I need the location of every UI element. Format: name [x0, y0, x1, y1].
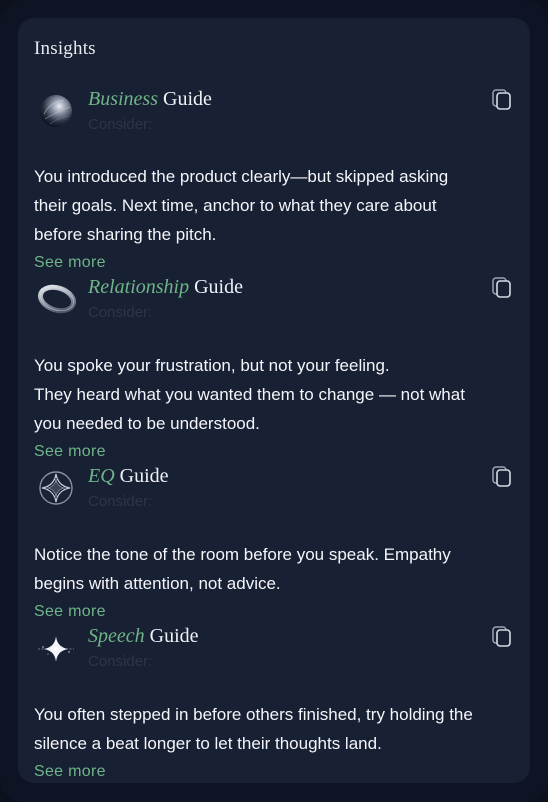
insight-line: before sharing the pitch.: [34, 225, 217, 244]
insight-text: Notice the tone of the room before you s…: [34, 540, 514, 598]
consider-label: Consider:: [88, 493, 153, 510]
see-more-link[interactable]: See more: [34, 603, 106, 621]
see-more-link[interactable]: See more: [34, 763, 106, 781]
guide-title: Speech Guide: [88, 625, 199, 648]
sparkle-icon: [38, 636, 74, 662]
guide-suffix: Guide: [194, 276, 243, 298]
guide-keyword: Relationship: [88, 276, 190, 298]
insight-line: their goals. Next time, anchor to what t…: [34, 196, 437, 215]
guide-suffix: Guide: [149, 625, 199, 647]
consider-label: Consider:: [88, 653, 153, 670]
app-frame: Insights Business Guide Consider: You in…: [0, 0, 548, 802]
guide-keyword: Business: [88, 88, 158, 110]
insight-line: You often stepped in before others finis…: [34, 705, 473, 724]
copy-icon[interactable]: [490, 88, 514, 112]
insight-line: You introduced the product clearly—but s…: [34, 167, 449, 186]
insight-text: You introduced the product clearly—but s…: [34, 162, 514, 249]
see-more-link[interactable]: See more: [34, 443, 106, 461]
insight-line: Notice the tone of the room before you s…: [34, 545, 451, 564]
guide-title: Business Guide: [88, 88, 212, 111]
insight-line: They heard what you wanted them to chang…: [34, 385, 465, 404]
guide-suffix: Guide: [163, 88, 212, 110]
star-orb-icon: [39, 471, 73, 505]
insights-panel: Insights Business Guide Consider: You in…: [18, 18, 530, 783]
guide-title: EQ Guide: [88, 465, 169, 488]
copy-icon[interactable]: [490, 276, 514, 300]
consider-label: Consider:: [88, 304, 153, 321]
guide-keyword: EQ: [88, 465, 115, 487]
sphere-icon: [40, 95, 72, 127]
insight-line: you needed to be understood.: [34, 414, 260, 433]
insight-line: begins with attention, not advice.: [34, 574, 281, 593]
copy-icon[interactable]: [490, 625, 514, 649]
consider-label: Consider:: [88, 116, 153, 133]
guide-suffix: Guide: [119, 465, 169, 487]
insight-text: You often stepped in before others finis…: [34, 700, 514, 758]
copy-icon[interactable]: [490, 465, 514, 489]
see-more-link[interactable]: See more: [34, 254, 106, 272]
insight-text: You spoke your frustration, but not your…: [34, 351, 514, 438]
guide-keyword: Speech: [88, 625, 145, 647]
insight-line: silence a beat longer to let their thoug…: [34, 734, 382, 753]
insight-line: You spoke your frustration, but not your…: [34, 356, 390, 375]
guide-title: Relationship Guide: [88, 276, 243, 299]
ring-icon: [37, 284, 76, 314]
panel-title: Insights: [34, 38, 96, 59]
